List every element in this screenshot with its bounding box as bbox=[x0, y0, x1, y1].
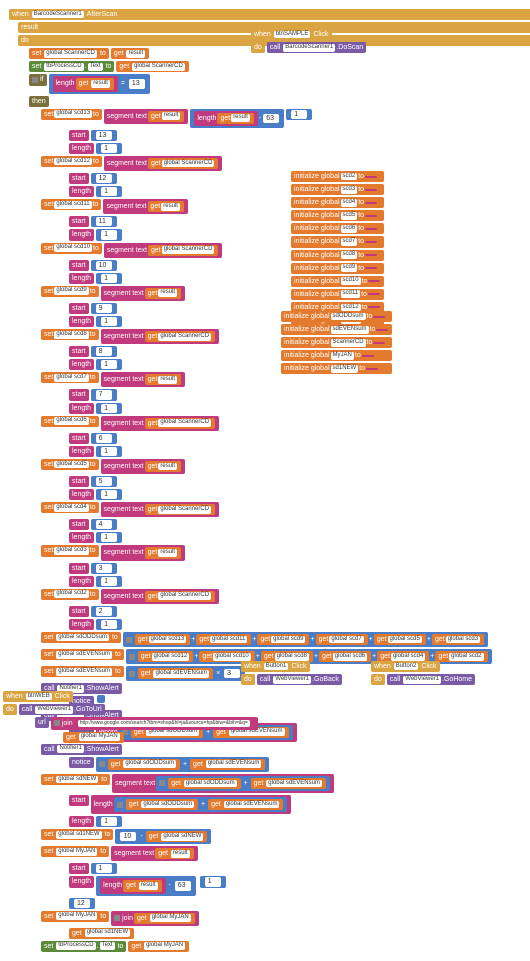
event-header[interactable]: when BarcodeScanner1 AfterScan bbox=[9, 9, 530, 20]
set-tbtext[interactable]: set tbProcessCD.Text to bbox=[29, 61, 114, 72]
btn1-block[interactable]: when Button1 Click do call WebViewer1.Go… bbox=[240, 660, 343, 686]
seg-global scd8[interactable]: segment text get global ScannerCD bbox=[101, 329, 220, 344]
set-global scd13[interactable]: set global scd13 to bbox=[41, 109, 102, 120]
init-scd4[interactable]: initialize global scd4 to bbox=[291, 197, 384, 208]
odd-sum[interactable]: get global scd13 + get global scd11 + ge… bbox=[123, 632, 488, 647]
init-scd9[interactable]: initialize global scd9 to bbox=[291, 263, 384, 274]
call-doscan[interactable]: call BarcodeScanner1.DoScan bbox=[267, 42, 366, 53]
if-block[interactable]: if bbox=[29, 74, 47, 85]
seg-global scd9[interactable]: segment text get result bbox=[101, 286, 185, 301]
init-MyJAN[interactable]: initialize global MyJAN to bbox=[281, 350, 392, 361]
btnsample-block[interactable]: when btnSAMPLE Click do call BarcodeScan… bbox=[250, 28, 367, 54]
set-global scd11[interactable]: set global scd11 to bbox=[41, 199, 101, 210]
seg-global scd13[interactable]: segment text get result bbox=[104, 109, 188, 124]
seg-start-sdnew: start bbox=[69, 795, 89, 806]
init-scd8[interactable]: initialize global scd8 to bbox=[291, 250, 384, 261]
set-sdeven[interactable]: set global sdEVENsum to bbox=[41, 649, 124, 660]
get-scannercd[interactable]: get global ScannerCD bbox=[116, 61, 188, 72]
set-myjan[interactable]: set global MyJAN to bbox=[41, 846, 109, 857]
set-global scd10[interactable]: set global scd10 to bbox=[41, 243, 102, 254]
seg-global scd4[interactable]: segment text get global ScannerCD bbox=[101, 502, 220, 517]
init-scd7[interactable]: initialize global scd7 to bbox=[291, 236, 384, 247]
seg-global scd5[interactable]: segment text get result bbox=[101, 459, 185, 474]
init-sd1NEW[interactable]: initialize global sd1NEW to bbox=[281, 363, 392, 374]
seg-global scd2[interactable]: segment text get global ScannerCD bbox=[101, 589, 220, 604]
set-global scd7[interactable]: set global scd7 to bbox=[41, 372, 99, 383]
set-global scd8[interactable]: set global scd8 to bbox=[41, 329, 99, 340]
seg-global scd3[interactable]: segment text get result bbox=[101, 545, 185, 560]
set-sdodd[interactable]: set global sdODDsum to bbox=[41, 632, 121, 643]
set-sdeven3[interactable]: set global sdEVENsum to bbox=[41, 666, 124, 677]
init-sdODDsum[interactable]: initialize global sdODDsum to bbox=[281, 311, 392, 322]
set-scannercd[interactable]: set global ScannerCD to bbox=[29, 48, 109, 59]
notifier-showalert3[interactable]: call Notifier1.ShowAlert bbox=[41, 744, 122, 755]
init-scd2[interactable]: initialize global scd2 to bbox=[291, 171, 384, 182]
seg-sdnew[interactable]: segment text get global sdODDsum + get g… bbox=[112, 774, 334, 793]
init-scd5[interactable]: initialize global scd5 to bbox=[291, 210, 384, 221]
btn2-block[interactable]: when Button2 Click do call WebViewer1.Go… bbox=[370, 660, 476, 686]
join-myjan[interactable]: join get global MyJAN bbox=[111, 911, 199, 926]
seg-len-sdnew: length bbox=[69, 816, 94, 827]
when-kw: when bbox=[12, 10, 29, 19]
init-extras: initialize global sdODDsum to initialize… bbox=[280, 310, 393, 375]
notice3: notice bbox=[69, 757, 94, 768]
mul3[interactable]: get global sdEVENsum × 3 bbox=[126, 666, 245, 681]
then-kw: then bbox=[29, 96, 49, 107]
set-sdnew[interactable]: set global sdNEW to bbox=[41, 774, 110, 785]
set-global scd12[interactable]: set global scd12 to bbox=[41, 156, 102, 167]
length-call[interactable]: length get result bbox=[53, 76, 118, 91]
set-global scd3[interactable]: set global scd3 to bbox=[41, 545, 99, 556]
init-scd11[interactable]: initialize global scd11 to bbox=[291, 289, 384, 300]
set-myjan2[interactable]: set global MyJAN to bbox=[41, 911, 109, 922]
set-global scd9[interactable]: set global scd9 to bbox=[41, 286, 99, 297]
set-global scd4[interactable]: set global scd4 to bbox=[41, 502, 99, 513]
eq-test[interactable]: length get result = 13 bbox=[49, 74, 150, 93]
init-scd6[interactable]: initialize global scd6 to bbox=[291, 223, 384, 234]
btnweb-block[interactable]: when btnWEB Click do call WebViewer1.GoT… bbox=[2, 690, 259, 744]
init-sdEVENsum[interactable]: initialize global sdEVENsum to bbox=[281, 324, 392, 335]
init-ScannerCD[interactable]: initialize global ScannerCD to bbox=[281, 337, 392, 348]
seg-global scd12[interactable]: segment text get global ScannerCD bbox=[104, 156, 223, 171]
seg-global scd7[interactable]: segment text get result bbox=[101, 372, 185, 387]
seg-global scd11[interactable]: segment text get result bbox=[103, 199, 187, 214]
set-global scd6[interactable]: set global scd6 to bbox=[41, 416, 99, 427]
seg-myjan[interactable]: segment text get result bbox=[111, 846, 197, 861]
afterscan-event-block[interactable]: when BarcodeScanner1 AfterScan result do… bbox=[8, 8, 530, 953]
get-result2: get result bbox=[76, 78, 114, 89]
set-global scd5[interactable]: set global scd5 to bbox=[41, 459, 99, 470]
get-result[interactable]: get result bbox=[111, 48, 149, 59]
seg-global scd6[interactable]: segment text get global ScannerCD bbox=[101, 416, 220, 431]
event: AfterScan bbox=[87, 10, 118, 19]
init-globals: initialize global scd2 to initialize glo… bbox=[290, 170, 385, 327]
component: BarcodeScanner1 bbox=[32, 11, 84, 19]
seg-global scd10[interactable]: segment text get global ScannerCD bbox=[104, 243, 223, 258]
set-sd1new[interactable]: set global sd1NEW to bbox=[41, 829, 113, 840]
init-scd3[interactable]: initialize global scd3 to bbox=[291, 184, 384, 195]
init-scd10[interactable]: initialize global scd10 to bbox=[291, 276, 384, 287]
set-global scd2[interactable]: set global scd2 to bbox=[41, 589, 99, 600]
set-tb-final[interactable]: set tbProcessCD.Text to bbox=[41, 941, 126, 952]
